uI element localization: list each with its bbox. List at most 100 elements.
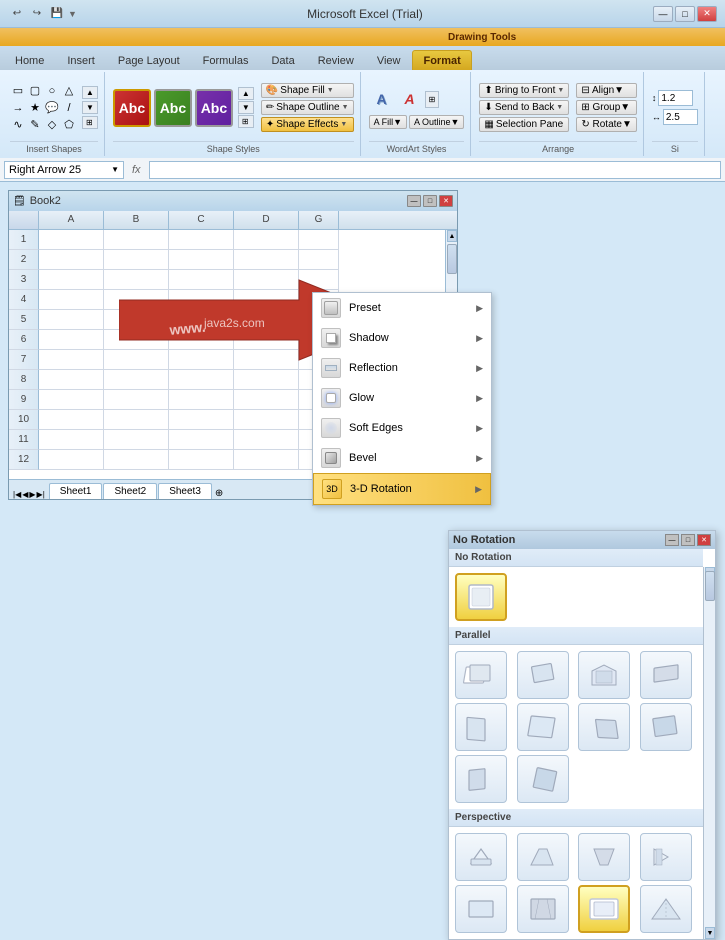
parallel-btn-2[interactable] — [517, 651, 569, 699]
cell-c1[interactable] — [169, 230, 234, 250]
parallel-btn-6[interactable] — [517, 703, 569, 751]
cell-a3[interactable] — [39, 270, 104, 290]
cell-b12[interactable] — [104, 450, 169, 470]
row-5[interactable]: 5 — [9, 310, 39, 330]
shape-scroll-down[interactable]: ▼ — [82, 101, 98, 114]
minimize-button[interactable]: — — [653, 6, 673, 22]
scroll-up-arrow[interactable]: ▲ — [447, 230, 457, 242]
insert-sheet-button[interactable]: ⊕ — [215, 488, 223, 499]
parallel-btn-5[interactable] — [455, 703, 507, 751]
rounded-rect-icon[interactable]: ▢ — [27, 83, 43, 99]
perspective-btn-3[interactable] — [578, 833, 630, 881]
row-8[interactable]: 8 — [9, 370, 39, 390]
menu-item-reflection[interactable]: Reflection ▶ — [313, 353, 491, 383]
callout-icon[interactable]: 💬 — [44, 100, 60, 116]
cell-d8[interactable] — [234, 370, 299, 390]
align-button[interactable]: ⊟ Align▼ — [576, 83, 637, 98]
shape-outline-button[interactable]: ✏ Shape Outline ▼ — [261, 100, 354, 115]
tab-home[interactable]: Home — [4, 50, 55, 70]
parallel-btn-9[interactable] — [455, 755, 507, 803]
group-button[interactable]: ⊞ Group▼ — [576, 100, 637, 115]
selection-pane-button[interactable]: ▦ Selection Pane — [479, 117, 569, 132]
diamond-icon[interactable]: ◇ — [44, 117, 60, 133]
close-button[interactable]: ✕ — [697, 6, 717, 22]
parallel-btn-3[interactable] — [578, 651, 630, 699]
cell-a1[interactable] — [39, 230, 104, 250]
excel-minimize[interactable]: — — [407, 195, 421, 207]
cell-d1[interactable] — [234, 230, 299, 250]
cell-a7[interactable] — [39, 350, 104, 370]
cell-c9[interactable] — [169, 390, 234, 410]
perspective-btn-6[interactable] — [517, 885, 569, 933]
tab-page-layout[interactable]: Page Layout — [107, 50, 191, 70]
cell-g2[interactable] — [299, 250, 339, 270]
cell-c10[interactable] — [169, 410, 234, 430]
perspective-btn-2[interactable] — [517, 833, 569, 881]
line-icon[interactable]: / — [61, 100, 77, 116]
menu-item-glow[interactable]: Glow ▶ — [313, 383, 491, 413]
col-c[interactable]: C — [169, 211, 234, 229]
menu-item-3d-rotation[interactable]: 3D 3-D Rotation ▶ — [313, 473, 491, 505]
panel-scroll-thumb[interactable] — [705, 571, 715, 601]
panel-restore[interactable]: □ — [681, 534, 695, 546]
row-9[interactable]: 9 — [9, 390, 39, 410]
triangle-icon[interactable]: △ — [61, 83, 77, 99]
height-input[interactable]: 1.2 — [658, 90, 693, 106]
cell-a4[interactable] — [39, 290, 104, 310]
shape-more[interactable]: ⊞ — [82, 116, 98, 129]
tab-formulas[interactable]: Formulas — [192, 50, 260, 70]
text-outline-button[interactable]: A Outline▼ — [409, 115, 464, 129]
menu-item-shadow[interactable]: Shadow ▶ — [313, 323, 491, 353]
rotate-button[interactable]: ↻ Rotate▼ — [576, 117, 637, 132]
cell-a12[interactable] — [39, 450, 104, 470]
shape-style-green-button[interactable]: Abc — [154, 89, 192, 127]
shape-fill-button[interactable]: 🎨 Shape Fill ▼ — [261, 83, 354, 98]
row-6[interactable]: 6 — [9, 330, 39, 350]
row-4[interactable]: 4 — [9, 290, 39, 310]
cell-c12[interactable] — [169, 450, 234, 470]
sheet-prev-button[interactable]: ◀ — [22, 490, 28, 499]
dropdown-indicator[interactable]: ▼ — [68, 9, 77, 19]
curve-icon[interactable]: ∿ — [10, 117, 26, 133]
col-g[interactable]: G — [299, 211, 339, 229]
bring-to-front-button[interactable]: ⬆ Bring to Front ▼ — [479, 83, 569, 98]
cell-a6[interactable] — [39, 330, 104, 350]
panel-minimize[interactable]: — — [665, 534, 679, 546]
cell-b11[interactable] — [104, 430, 169, 450]
parallel-btn-1[interactable] — [455, 651, 507, 699]
pentagon-icon[interactable]: ⬠ — [61, 117, 77, 133]
cell-c2[interactable] — [169, 250, 234, 270]
tab-review[interactable]: Review — [307, 50, 365, 70]
row-7[interactable]: 7 — [9, 350, 39, 370]
wordart-more[interactable]: ⊞ — [425, 91, 440, 108]
cell-b9[interactable] — [104, 390, 169, 410]
row-12[interactable]: 12 — [9, 450, 39, 470]
row-1[interactable]: 1 — [9, 230, 39, 250]
formula-input[interactable] — [149, 161, 721, 179]
scroll-thumb[interactable] — [447, 244, 457, 274]
perspective-btn-5[interactable] — [455, 885, 507, 933]
menu-item-bevel[interactable]: Bevel ▶ — [313, 443, 491, 473]
rectangle-shape-icon[interactable]: ▭ — [10, 83, 26, 99]
excel-close[interactable]: ✕ — [439, 195, 453, 207]
arrow-icon[interactable]: → — [10, 100, 26, 116]
undo-button[interactable]: ↩ — [8, 5, 26, 23]
text-fill-button[interactable]: A Fill▼ — [369, 115, 407, 129]
cell-a10[interactable] — [39, 410, 104, 430]
tab-format[interactable]: Format — [412, 50, 471, 70]
col-d[interactable]: D — [234, 211, 299, 229]
oval-icon[interactable]: ○ — [44, 83, 60, 99]
sheet-tab-3[interactable]: Sheet3 — [158, 483, 212, 499]
parallel-btn-10[interactable] — [517, 755, 569, 803]
sheet-first-button[interactable]: |◀ — [13, 490, 21, 499]
cell-b2[interactable] — [104, 250, 169, 270]
shape-effects-button[interactable]: ✦ Shape Effects ▼ — [261, 117, 354, 132]
perspective-btn-8[interactable] — [640, 885, 692, 933]
sheet-next-button[interactable]: ▶ — [29, 490, 35, 499]
col-a[interactable]: A — [39, 211, 104, 229]
perspective-btn-4[interactable] — [640, 833, 692, 881]
redo-button[interactable]: ↪ — [28, 5, 46, 23]
cell-b1[interactable] — [104, 230, 169, 250]
cell-a5[interactable] — [39, 310, 104, 330]
shape-scroll-up[interactable]: ▲ — [82, 86, 98, 99]
